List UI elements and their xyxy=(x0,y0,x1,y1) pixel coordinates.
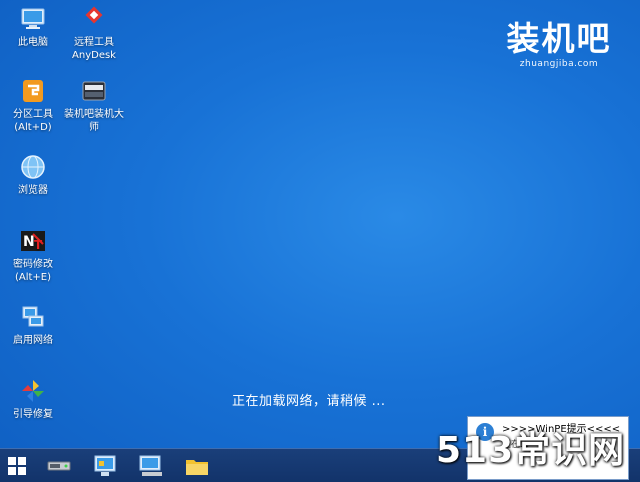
windows-icon xyxy=(8,456,26,475)
icon-label: 启用网络 xyxy=(13,335,53,346)
partition-tool-icon xyxy=(23,80,43,102)
start-button[interactable] xyxy=(0,452,34,479)
installer-icon xyxy=(82,81,106,101)
brand-name: 装机吧 xyxy=(506,19,612,58)
desktop-icon-password[interactable]: N T 密码修改 (Alt+E) xyxy=(0,228,66,284)
icon-label: 密码修改 (Alt+E) xyxy=(13,259,53,283)
taskbar-file-explorer[interactable] xyxy=(180,452,214,479)
svg-text:N: N xyxy=(23,234,35,250)
desktop-icon-boot-repair[interactable]: 引导修复 xyxy=(0,378,66,421)
control-panel-icon xyxy=(94,455,116,476)
hard-drive-icon xyxy=(47,461,71,470)
icon-label: 分区工具 (Alt+D) xyxy=(13,109,53,133)
anydesk-icon xyxy=(85,6,103,24)
taskbar-network-computer[interactable] xyxy=(134,452,168,479)
desktop-icon-installer[interactable]: 装机吧装机大 师 xyxy=(61,78,127,134)
globe-icon xyxy=(21,155,45,179)
desktop-icon-network[interactable]: 启用网络 xyxy=(0,304,66,347)
icon-label: 浏览器 xyxy=(18,185,48,196)
pinwheel-icon xyxy=(22,380,44,402)
computer-icon xyxy=(21,8,45,29)
desktop-icon-anydesk[interactable]: 远程工具 AnyDesk xyxy=(61,6,127,62)
folder-icon xyxy=(186,459,208,475)
brand-site: zhuangjiba.com xyxy=(519,59,599,69)
desktop-icon-partition[interactable]: 分区工具 (Alt+D) xyxy=(0,78,66,134)
password-tool-icon: N T xyxy=(21,231,45,252)
watermark-text: 513常识网 xyxy=(436,430,626,471)
taskbar-disk-tool[interactable] xyxy=(42,452,76,479)
brand-logo: 装机吧 zhuangjiba.com xyxy=(494,20,624,70)
computer-icon xyxy=(139,455,162,476)
taskbar-control-panel[interactable] xyxy=(88,452,122,479)
icon-label: 装机吧装机大 师 xyxy=(64,109,124,133)
desktop: 此电脑 分区工具 (Alt+D) 浏览器 N T 密码修改 (Alt+E) 启用… xyxy=(0,0,640,448)
desktop-icon-this-pc[interactable]: 此电脑 xyxy=(0,6,66,49)
desktop-icon-browser[interactable]: 浏览器 xyxy=(0,154,66,197)
network-icon xyxy=(22,306,44,327)
loading-status-text: 正在加载网络，请稍候 ... xyxy=(232,394,386,409)
icon-label: 此电脑 xyxy=(18,37,48,48)
icon-label: 远程工具 AnyDesk xyxy=(72,37,116,61)
icon-label: 引导修复 xyxy=(13,409,53,420)
